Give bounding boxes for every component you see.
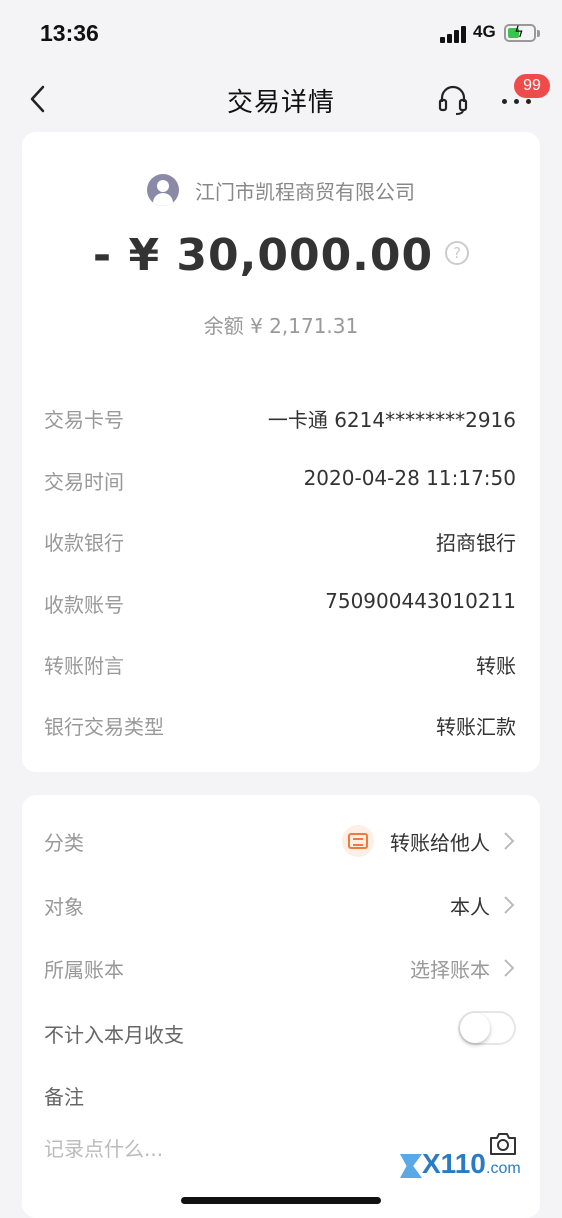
payee-name: 江门市凯程商贸有限公司 xyxy=(195,179,415,204)
detail-label: 交易时间 xyxy=(44,470,124,494)
more-button[interactable]: 99 xyxy=(500,74,550,116)
home-indicator[interactable] xyxy=(181,1197,381,1204)
detail-row-account: 收款账号 750900443010211 xyxy=(44,583,516,623)
transaction-card: 江门市凯程商贸有限公司 - ¥ 30,000.00? 余额 ¥ 2,171.31… xyxy=(22,132,540,772)
detail-label: 收款银行 xyxy=(44,531,124,555)
watermark-domain: .com xyxy=(486,1160,521,1177)
target-label: 对象 xyxy=(44,895,84,919)
ledger-value: 选择账本 xyxy=(410,957,490,982)
detail-label: 转账附言 xyxy=(44,654,124,678)
exclude-toggle[interactable] xyxy=(458,1011,516,1045)
more-dots-icon xyxy=(502,99,532,105)
category-row[interactable]: 分类 转账给他人 xyxy=(44,819,516,863)
exclude-row: 不计入本月收支 xyxy=(44,1011,516,1055)
note-label: 备注 xyxy=(44,1085,84,1109)
watermark-text: X110 xyxy=(422,1148,486,1179)
amount-row: - ¥ 30,000.00? xyxy=(22,230,540,281)
detail-row-remark: 转账附言 转账 xyxy=(44,644,516,684)
target-value: 本人 xyxy=(450,894,490,919)
network-type: 4G xyxy=(473,22,496,41)
watermark: X110 .com xyxy=(400,1148,530,1182)
detail-value: 转账汇款 xyxy=(436,715,516,739)
status-time: 13:36 xyxy=(40,20,99,46)
avatar xyxy=(147,174,179,206)
battery-icon: ϟ xyxy=(504,23,540,42)
status-bar: 13:36 4G ϟ xyxy=(0,0,562,68)
exclude-label: 不计入本月收支 xyxy=(44,1023,184,1047)
help-icon[interactable]: ? xyxy=(445,241,470,265)
ledger-label: 所属账本 xyxy=(44,958,124,982)
note-input[interactable]: 记录点什么... xyxy=(44,1133,163,1162)
ledger-row[interactable]: 所属账本 选择账本 xyxy=(44,946,516,990)
customer-service-button[interactable] xyxy=(436,82,470,116)
detail-value: 招商银行 xyxy=(436,531,516,555)
detail-value: 750900443010211 xyxy=(325,589,516,613)
detail-row-card: 交易卡号 一卡通 6214********2916 xyxy=(44,398,516,438)
headset-icon xyxy=(438,85,468,115)
category-label: 分类 xyxy=(44,831,84,855)
detail-label: 银行交易类型 xyxy=(44,715,164,739)
detail-row-time: 交易时间 2020-04-28 11:17:50 xyxy=(44,460,516,500)
detail-value: 转账 xyxy=(476,654,516,678)
target-row[interactable]: 对象 本人 xyxy=(44,883,516,927)
balance: 余额 ¥ 2,171.31 xyxy=(203,314,359,338)
detail-label: 交易卡号 xyxy=(44,408,124,432)
payee: 江门市凯程商贸有限公司 xyxy=(22,174,540,206)
signal-icon xyxy=(440,26,468,43)
page-title: 交易详情 xyxy=(226,88,335,118)
transfer-icon xyxy=(342,825,374,857)
chevron-right-icon xyxy=(504,959,515,977)
category-value: 转账给他人 xyxy=(390,830,490,855)
chevron-right-icon xyxy=(504,832,515,850)
detail-value: 2020-04-28 11:17:50 xyxy=(303,466,516,490)
detail-value: 一卡通 6214********2916 xyxy=(267,408,516,432)
navigation-bar: 交易详情 99 xyxy=(0,68,562,130)
note-row: 备注 xyxy=(44,1073,516,1117)
transaction-amount: - ¥ 30,000.00 xyxy=(92,230,434,281)
chevron-right-icon xyxy=(504,896,515,914)
watermark-logo-icon xyxy=(400,1154,422,1178)
detail-label: 收款账号 xyxy=(44,593,124,617)
detail-row-bank: 收款银行 招商银行 xyxy=(44,521,516,561)
notification-badge: 99 xyxy=(514,74,550,98)
detail-row-type: 银行交易类型 转账汇款 xyxy=(44,705,516,745)
